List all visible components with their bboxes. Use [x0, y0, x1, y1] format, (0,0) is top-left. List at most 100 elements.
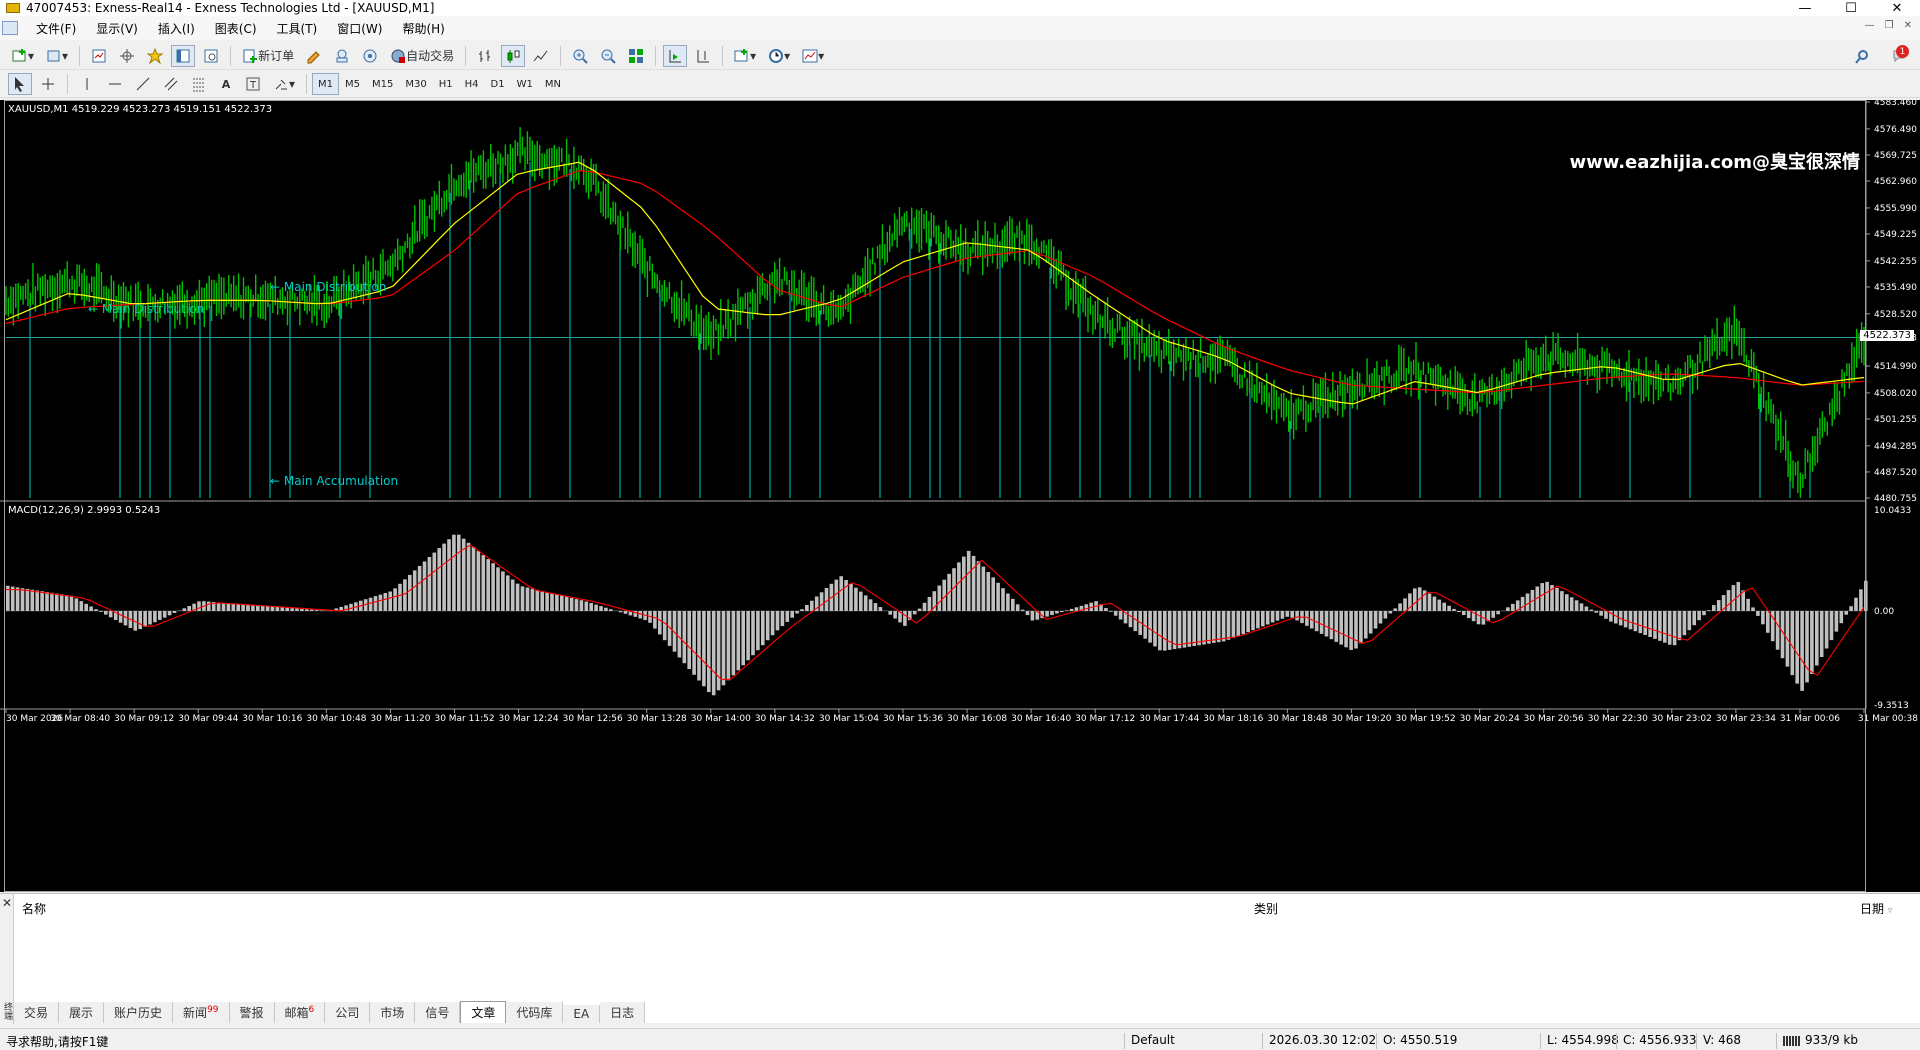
chart-shift-button[interactable] [691, 45, 715, 67]
panel-close-icon[interactable]: ✕ [2, 896, 12, 910]
strategy-tester-button[interactable] [199, 45, 223, 67]
macd-histogram-bar [398, 583, 402, 611]
macd-histogram-bar [1623, 611, 1628, 628]
timeframe-m30[interactable]: M30 [399, 73, 432, 95]
macd-histogram-bar [383, 593, 388, 611]
metaeditor-button[interactable] [302, 45, 326, 67]
mdi-close-button[interactable]: ✕ [1904, 20, 1912, 31]
vertical-line-tool[interactable] [75, 73, 99, 95]
search-icon[interactable] [1850, 46, 1874, 68]
timeframe-m1[interactable]: M1 [312, 73, 340, 95]
auto-trading-button[interactable]: 自动交易 [386, 45, 458, 67]
mdi-restore-button[interactable]: ❐ [1885, 20, 1894, 31]
menu-file[interactable]: 文件(F) [26, 20, 86, 37]
terminal-button[interactable] [171, 44, 196, 67]
mdi-minimize-button[interactable]: — [1865, 20, 1875, 31]
chart-window-icon [2, 21, 18, 35]
menu-window[interactable]: 窗口(W) [327, 20, 392, 37]
tab-10[interactable]: 代码库 [506, 1002, 564, 1023]
profiles-button[interactable]: ▾ [42, 45, 72, 67]
timeframe-m15[interactable]: M15 [366, 73, 399, 95]
column-date-header[interactable]: 日期 ▿ [1860, 900, 1892, 917]
tab-3[interactable]: 新闻99 [173, 1002, 230, 1023]
macd-histogram-bar [922, 602, 927, 611]
macd-histogram-bar [1251, 611, 1255, 631]
menu-tools[interactable]: 工具(T) [267, 20, 328, 37]
chart-window[interactable]: 4583.460 4576.490 4569.725 4562.960 4555.990… [0, 100, 1920, 892]
new-chart-button[interactable]: ▾ [8, 45, 38, 67]
macd-histogram-bar [810, 600, 814, 611]
tab-6[interactable]: 公司 [325, 1002, 371, 1023]
new-order-button[interactable]: 新订单 [238, 45, 298, 67]
tab-9[interactable]: 文章 [460, 1001, 507, 1023]
bar-chart-button[interactable] [473, 45, 497, 67]
macd-histogram-bar [1074, 607, 1079, 611]
timeframe-h4[interactable]: H4 [459, 73, 485, 95]
tab-2[interactable]: 账户历史 [104, 1002, 174, 1023]
macd-histogram-bar [437, 548, 441, 611]
cursor-tool[interactable] [8, 73, 32, 95]
macd-histogram-bar [226, 603, 231, 611]
macd-histogram-bar [1109, 611, 1113, 612]
vps-button[interactable] [330, 45, 354, 67]
text-label-tool[interactable]: T [241, 73, 265, 95]
crosshair-tool[interactable] [36, 73, 60, 95]
chart-autoscroll-button[interactable] [663, 44, 688, 67]
line-chart-button[interactable] [529, 45, 553, 67]
menu-view[interactable]: 显示(V) [86, 20, 148, 37]
macd-histogram-bar [1373, 611, 1378, 629]
macd-histogram-bar [1628, 611, 1633, 630]
tab-5[interactable]: 邮箱6 [274, 1002, 326, 1023]
trendline-tool[interactable] [131, 73, 155, 95]
macd-histogram-bar [1466, 611, 1471, 619]
tab-1[interactable]: 展示 [59, 1002, 105, 1023]
macd-histogram-bar [1520, 596, 1525, 611]
templates-button[interactable]: ▾ [798, 45, 828, 67]
minimize-button[interactable]: — [1782, 0, 1828, 16]
tab-11[interactable]: EA [563, 1005, 601, 1023]
tab-12[interactable]: 日志 [600, 1002, 646, 1023]
tab-0[interactable]: 交易 [14, 1002, 60, 1023]
timeframe-mn[interactable]: MN [539, 73, 567, 95]
macd-histogram-bar [1128, 611, 1133, 628]
timeframe-m5[interactable]: M5 [339, 73, 366, 95]
macd-histogram-bar [1692, 611, 1696, 626]
menu-help[interactable]: 帮助(H) [392, 20, 454, 37]
market-watch-button[interactable] [87, 45, 111, 67]
indicators-button[interactable]: ▾ [730, 45, 760, 67]
column-type-header[interactable]: 类别 [1254, 900, 1278, 917]
zoom-in-button[interactable] [568, 45, 592, 67]
terminal-tabs: 交易 展示 账户历史 新闻99 警报 邮箱6 公司 市场 信号 文章 代码库 EA 日志 [14, 1001, 646, 1023]
timeframe-h1[interactable]: H1 [433, 73, 459, 95]
data-window-button[interactable] [115, 45, 139, 67]
maximize-button[interactable]: ☐ [1828, 0, 1874, 16]
tab-4[interactable]: 警报 [229, 1002, 275, 1023]
macd-histogram-bar [1020, 609, 1025, 611]
macd-histogram-bar [765, 611, 770, 641]
signals-button[interactable] [358, 45, 382, 67]
navigator-button[interactable] [143, 45, 167, 67]
candlestick-button[interactable] [501, 44, 526, 67]
tile-windows-button[interactable] [624, 45, 648, 67]
notification-button[interactable]: 1 [1888, 45, 1912, 67]
timeframe-d1[interactable]: D1 [485, 73, 511, 95]
timeframe-w1[interactable]: W1 [511, 73, 539, 95]
zoom-out-button[interactable] [596, 45, 620, 67]
text-tool[interactable]: A [215, 73, 237, 95]
tab-7[interactable]: 市场 [370, 1002, 416, 1023]
time-tick-label: 30 Mar 11:52 [434, 714, 494, 724]
horizontal-line-tool[interactable] [103, 73, 127, 95]
fibonacci-tool[interactable] [187, 73, 211, 95]
tab-8[interactable]: 信号 [415, 1002, 461, 1023]
column-name-header[interactable]: 名称 [22, 900, 46, 917]
arrows-tool[interactable]: ▾ [269, 73, 299, 95]
title-bar: 47007453: Exness-Real14 - Exness Technol… [0, 0, 1920, 16]
close-button[interactable]: ✕ [1874, 0, 1920, 16]
periods-button[interactable]: ▾ [764, 45, 794, 67]
menu-insert[interactable]: 插入(I) [148, 20, 205, 37]
macd-histogram-bar [89, 606, 93, 611]
menu-charts[interactable]: 图表(C) [205, 20, 267, 37]
channel-tool[interactable] [159, 73, 183, 95]
macd-histogram-bar [84, 603, 88, 611]
price-chart[interactable]: 4583.460 4576.490 4569.725 4562.960 4555.990… [0, 100, 1920, 892]
